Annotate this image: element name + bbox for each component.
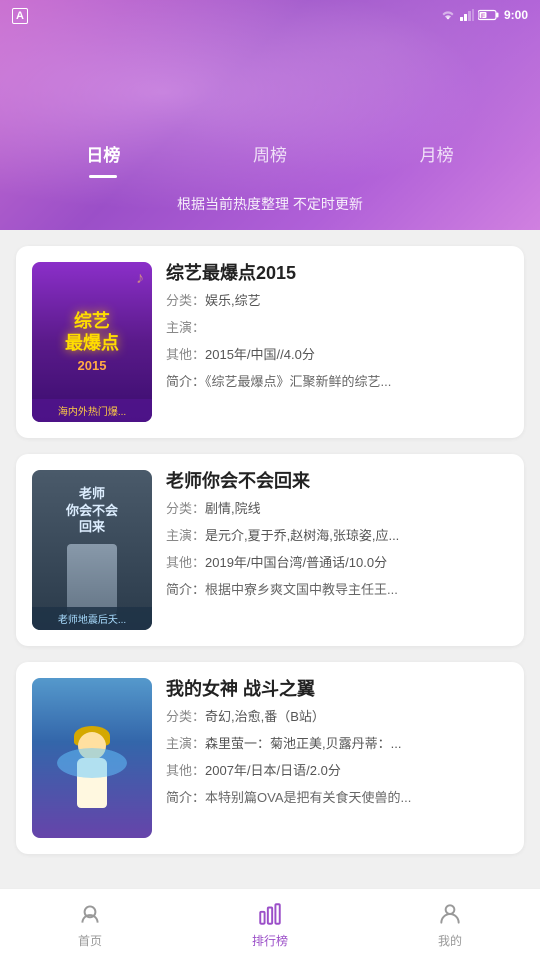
thumb-title-1: 综艺最爆点 (65, 311, 119, 354)
card-info-1: 综艺最爆点2015 分类：娱乐,综艺 主演： 其他：2015年/中国//4.0分… (166, 262, 508, 422)
card-cast-2: 主演：是元介,夏于乔,赵树海,张琼姿,应... (166, 526, 508, 547)
figure-wings (57, 748, 127, 778)
cast-value-2: 是元介,夏于乔,赵树海,张琼姿,应... (205, 528, 399, 543)
category-value-2: 剧情,院线 (205, 501, 261, 516)
thumb-person-2 (67, 544, 117, 614)
other-label-2: 其他： (166, 555, 205, 570)
cast-value-3: 森里萤一：菊池正美,贝露丹蒂：... (205, 736, 401, 751)
category-label-2: 分类： (166, 501, 205, 516)
card-cast-1: 主演： (166, 318, 508, 339)
nav-item-ranking[interactable]: 排行榜 (180, 889, 360, 960)
desc-value-2: 根据中寮乡爽文国中教导主任王... (205, 582, 398, 597)
card-info-2: 老师你会不会回来 分类：剧情,院线 主演：是元介,夏于乔,赵树海,张琼姿,应..… (166, 470, 508, 630)
desc-value-1: 《综艺最爆点》汇聚新鲜的综艺... (205, 374, 391, 389)
home-icon (76, 900, 104, 928)
card-other-3: 其他：2007年/日本/日语/2.0分 (166, 761, 508, 782)
wifi-icon (440, 9, 456, 21)
list-item[interactable]: 我的女神 战斗之翼 分类：奇幻,治愈,番（B站） 主演：森里萤一：菊池正美,贝露… (16, 662, 524, 854)
card-other-1: 其他：2015年/中国//4.0分 (166, 345, 508, 366)
category-value-3: 奇幻,治愈,番（B站） (205, 709, 325, 724)
cast-label-1: 主演： (166, 320, 205, 335)
subtitle-text: 根据当前热度整理 不定时更新 (177, 194, 363, 214)
content-area: ♪ 综艺最爆点 2015 海内外热门爆... 综艺最爆点2015 分类：娱乐,综… (0, 230, 540, 950)
card-category-1: 分类：娱乐,综艺 (166, 291, 508, 312)
battery-icon: F (478, 9, 500, 21)
thumbnail-3 (32, 678, 152, 838)
nav-label-mine: 我的 (438, 932, 462, 949)
other-value-3: 2007年/日本/日语/2.0分 (205, 763, 341, 778)
svg-text:F: F (481, 14, 486, 21)
signal-icon (460, 9, 474, 21)
status-bar: A F 9:00 (0, 0, 540, 30)
ranking-icon (256, 900, 284, 928)
card-desc-3: 简介：本特别篇OVA是把有关食天使兽的... (166, 788, 508, 808)
thumb-note-1: 海内外热门爆... (32, 399, 152, 422)
deco-icon: ♪ (136, 270, 144, 288)
thumb-year-1: 2015 (78, 358, 107, 373)
cast-label-2: 主演： (166, 528, 205, 543)
list-item[interactable]: ♪ 综艺最爆点 2015 海内外热门爆... 综艺最爆点2015 分类：娱乐,综… (16, 246, 524, 438)
card-desc-2: 简介：根据中寮乡爽文国中教导主任王... (166, 580, 508, 600)
desc-label-2: 简介： (166, 582, 205, 597)
status-right: F 9:00 (440, 8, 528, 22)
list-item[interactable]: 老师你会不会回来 老师地震后夭... 老师你会不会回来 分类：剧情,院线 主演：… (16, 454, 524, 646)
category-value-1: 娱乐,综艺 (205, 293, 261, 308)
time-display: 9:00 (504, 8, 528, 22)
other-value-1: 2015年/中国//4.0分 (205, 347, 315, 362)
header-banner: 日榜 周榜 月榜 根据当前热度整理 不定时更新 (0, 0, 540, 230)
other-label-3: 其他： (166, 763, 205, 778)
tab-monthly[interactable]: 月榜 (353, 133, 520, 174)
card-title-3: 我的女神 战斗之翼 (166, 678, 508, 701)
category-label-3: 分类： (166, 709, 205, 724)
thumbnail-2: 老师你会不会回来 老师地震后夭... (32, 470, 152, 630)
app-icon: A (12, 8, 28, 22)
tab-daily[interactable]: 日榜 (20, 133, 187, 174)
person-icon (436, 900, 464, 928)
nav-item-home[interactable]: 首页 (0, 889, 180, 960)
nav-item-mine[interactable]: 我的 (360, 889, 540, 960)
nav-label-ranking: 排行榜 (252, 932, 288, 949)
category-label-1: 分类： (166, 293, 205, 308)
thumb-title-2: 老师你会不会回来 (66, 486, 118, 537)
thumb-note-2: 老师地震后夭... (32, 607, 152, 630)
other-value-2: 2019年/中国台湾/普通话/10.0分 (205, 555, 387, 570)
card-cast-3: 主演：森里萤一：菊池正美,贝露丹蒂：... (166, 734, 508, 755)
desc-label-3: 简介： (166, 790, 205, 805)
desc-value-3: 本特别篇OVA是把有关食天使兽的... (205, 790, 411, 805)
tab-weekly[interactable]: 周榜 (187, 133, 354, 174)
card-category-3: 分类：奇幻,治愈,番（B站） (166, 707, 508, 728)
card-title-2: 老师你会不会回来 (166, 470, 508, 493)
desc-label-1: 简介： (166, 374, 205, 389)
cast-label-3: 主演： (166, 736, 205, 751)
nav-label-home: 首页 (78, 932, 102, 949)
card-category-2: 分类：剧情,院线 (166, 499, 508, 520)
card-other-2: 其他：2019年/中国台湾/普通话/10.0分 (166, 553, 508, 574)
other-label-1: 其他： (166, 347, 205, 362)
tab-bar: 日榜 周榜 月榜 (0, 133, 540, 174)
card-info-3: 我的女神 战斗之翼 分类：奇幻,治愈,番（B站） 主演：森里萤一：菊池正美,贝露… (166, 678, 508, 838)
thumbnail-1: ♪ 综艺最爆点 2015 海内外热门爆... (32, 262, 152, 422)
bottom-nav: 首页 排行榜 我的 (0, 888, 540, 960)
card-desc-1: 简介：《综艺最爆点》汇聚新鲜的综艺... (166, 372, 508, 392)
card-title-1: 综艺最爆点2015 (166, 262, 508, 285)
